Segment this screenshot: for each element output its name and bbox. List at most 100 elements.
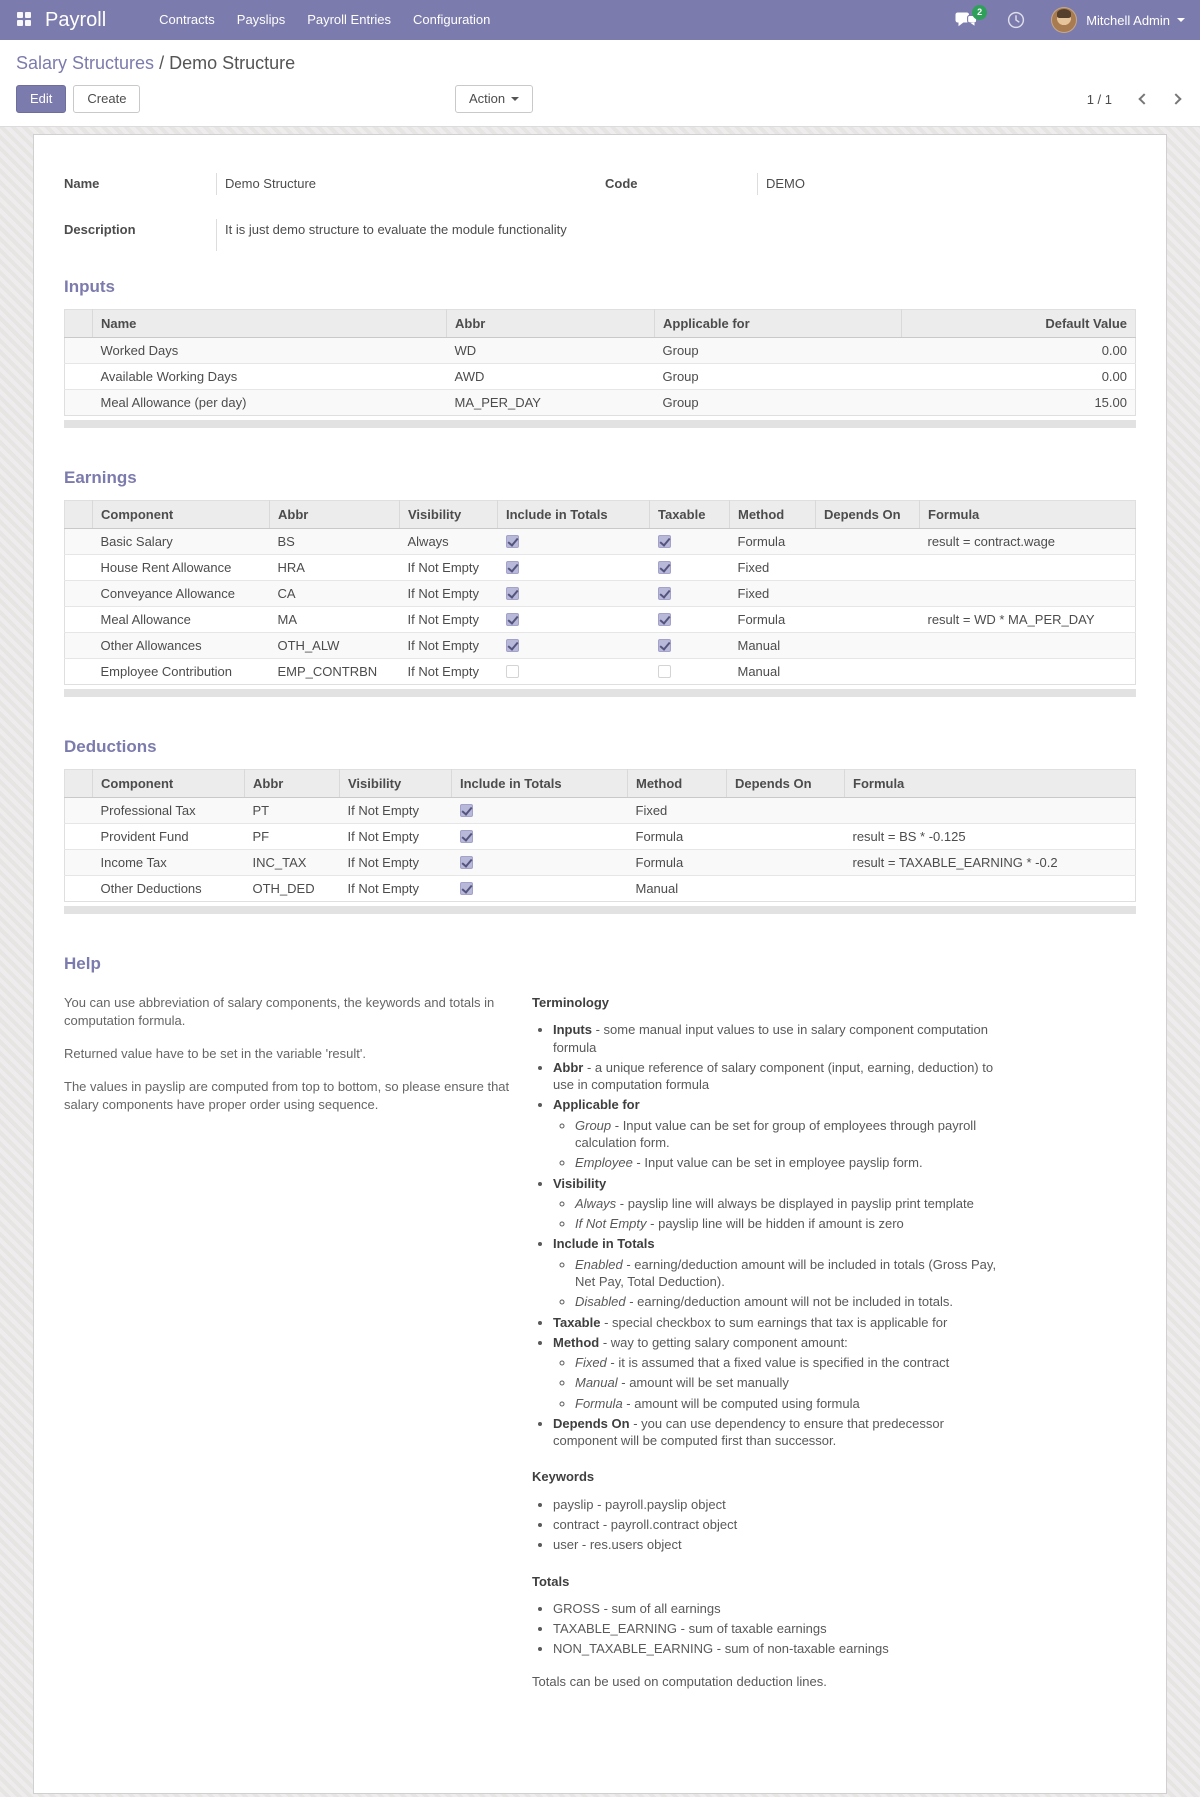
apps-menu-icon[interactable] [17, 12, 33, 28]
column-header-include-in-totals[interactable]: Include in Totals [497, 500, 650, 529]
input-abbr-cell: WD [446, 337, 655, 364]
breadcrumb-separator: / [159, 53, 165, 73]
menu-item[interactable]: Payslips [226, 0, 296, 40]
app-brand[interactable]: Payroll [45, 9, 106, 32]
earning-abbr-cell: EMP_CONTRBN [269, 658, 400, 685]
row-handle [64, 389, 93, 416]
breadcrumb: Salary Structures / Demo Structure [16, 53, 1184, 74]
pager-next[interactable] [1170, 93, 1182, 105]
earnings-row[interactable]: Conveyance Allowance CA If Not Empty Fix… [64, 580, 1136, 607]
input-applicable-cell: Group [654, 363, 902, 390]
create-button[interactable]: Create [73, 85, 141, 113]
breadcrumb-parent-link[interactable]: Salary Structures [16, 53, 154, 73]
inputs-row[interactable]: Meal Allowance (per day) MA_PER_DAY Grou… [64, 389, 1136, 416]
deduction-depends-cell [726, 797, 845, 824]
edit-button[interactable]: Edit [16, 85, 67, 113]
earning-visibility-cell: If Not Empty [399, 606, 498, 633]
earnings-row[interactable]: Employee Contribution EMP_CONTRBN If Not… [64, 658, 1136, 685]
column-header-method[interactable]: Method [729, 500, 816, 529]
deductions-row[interactable]: Provident Fund PF If Not Empty Formula r… [64, 823, 1136, 850]
totals-heading: Totals [532, 1573, 570, 1589]
column-header-component[interactable]: Component [92, 500, 270, 529]
code-label: Code [605, 176, 638, 191]
help-paragraph: You can use abbreviation of salary compo… [64, 995, 495, 1028]
code-field: Code DEMO [605, 173, 1136, 195]
column-header-depends-on[interactable]: Depends On [726, 769, 845, 798]
name-field: Name Demo Structure [64, 173, 595, 195]
earning-method-cell: Fixed [729, 580, 816, 607]
deduction-depends-cell [726, 849, 845, 876]
earnings-row[interactable]: House Rent Allowance HRA If Not Empty Fi… [64, 554, 1136, 581]
column-header-applicable-for[interactable]: Applicable for [654, 309, 902, 338]
earning-include-cell [497, 606, 650, 633]
messages-icon[interactable]: 2 [955, 4, 988, 29]
column-header-default-value[interactable]: Default Value [901, 309, 1136, 338]
help-section: You can use abbreviation of salary compo… [64, 994, 1136, 1690]
terminology-item: Method - way to getting salary component… [553, 1334, 1004, 1412]
earning-component-cell: Conveyance Allowance [92, 580, 270, 607]
deduction-method-cell: Manual [627, 875, 727, 902]
column-header-include-in-totals[interactable]: Include in Totals [451, 769, 628, 798]
input-default-cell: 0.00 [901, 337, 1136, 364]
column-header-component[interactable]: Component [92, 769, 245, 798]
menu-item[interactable]: Configuration [402, 0, 501, 40]
pager: 1 / 1 [1086, 85, 1182, 113]
terminology-sub-list: Always - payslip line will always be dis… [553, 1195, 1004, 1233]
inputs-row[interactable]: Available Working Days AWD Group 0.00 [64, 363, 1136, 390]
include-in-totals-checkbox [505, 535, 519, 548]
action-dropdown-button[interactable]: Action [455, 85, 534, 113]
deduction-include-cell [451, 797, 628, 824]
earning-formula-cell [919, 658, 1136, 685]
earning-taxable-cell [649, 580, 730, 607]
include-in-totals-checkbox [459, 804, 473, 817]
section-title-inputs: Inputs [64, 277, 115, 296]
menu-item[interactable]: Contracts [148, 0, 226, 40]
user-menu[interactable]: Mitchell Admin [1051, 7, 1185, 33]
column-header-abbr[interactable]: Abbr [244, 769, 340, 798]
deduction-method-cell: Fixed [627, 797, 727, 824]
menu-item[interactable]: Payroll Entries [296, 0, 402, 40]
taxable-checkbox [657, 535, 671, 548]
column-header-formula[interactable]: Formula [844, 769, 1136, 798]
column-header-method[interactable]: Method [627, 769, 727, 798]
deduction-formula-cell [844, 797, 1136, 824]
column-header-depends-on[interactable]: Depends On [815, 500, 920, 529]
terminology-sub-item: Always - payslip line will always be dis… [575, 1195, 1004, 1212]
column-header-abbr[interactable]: Abbr [446, 309, 655, 338]
terminology-sub-item: Disabled - earning/deduction amount will… [575, 1293, 1004, 1310]
deduction-visibility-cell: If Not Empty [339, 823, 452, 850]
description-label: Description [64, 222, 136, 237]
pager-count: 1 / 1 [1086, 91, 1112, 107]
deduction-method-cell: Formula [627, 823, 727, 850]
earning-method-cell: Formula [729, 606, 816, 633]
terminology-item: Abbr - a unique reference of salary comp… [553, 1059, 1004, 1094]
deductions-row[interactable]: Other Deductions OTH_DED If Not Empty Ma… [64, 875, 1136, 902]
column-header-name[interactable]: Name [92, 309, 447, 338]
column-header-visibility[interactable]: Visibility [339, 769, 452, 798]
column-header-taxable[interactable]: Taxable [649, 500, 730, 529]
earnings-row[interactable]: Other Allowances OTH_ALW If Not Empty Ma… [64, 632, 1136, 659]
column-header-abbr[interactable]: Abbr [269, 500, 400, 529]
column-header-visibility[interactable]: Visibility [399, 500, 498, 529]
earnings-row[interactable]: Basic Salary BS Always Formula result = … [64, 528, 1136, 555]
deduction-include-cell [451, 849, 628, 876]
terminology-sub-list: Fixed - it is assumed that a fixed value… [553, 1354, 1004, 1412]
earnings-row[interactable]: Meal Allowance MA If Not Empty Formula r… [64, 606, 1136, 633]
avatar [1051, 7, 1078, 33]
inputs-row[interactable]: Worked Days WD Group 0.00 [64, 337, 1136, 364]
row-handle [64, 797, 93, 824]
column-header-formula[interactable]: Formula [919, 500, 1136, 529]
keyword-item: contract - payroll.contract object [553, 1516, 1004, 1533]
pager-previous[interactable] [1138, 93, 1150, 105]
code-value: DEMO [757, 173, 1136, 195]
input-name-cell: Available Working Days [92, 363, 447, 390]
main-menu: Contracts Payslips Payroll Entries Configur… [148, 0, 501, 40]
row-handle [64, 337, 93, 364]
deductions-row[interactable]: Professional Tax PT If Not Empty Fixed [64, 797, 1136, 824]
include-in-totals-checkbox [505, 561, 519, 574]
row-handle [64, 554, 93, 581]
deductions-row[interactable]: Income Tax INC_TAX If Not Empty Formula … [64, 849, 1136, 876]
earning-abbr-cell: HRA [269, 554, 400, 581]
activity-clock-icon[interactable] [1007, 11, 1025, 29]
input-applicable-cell: Group [654, 337, 902, 364]
